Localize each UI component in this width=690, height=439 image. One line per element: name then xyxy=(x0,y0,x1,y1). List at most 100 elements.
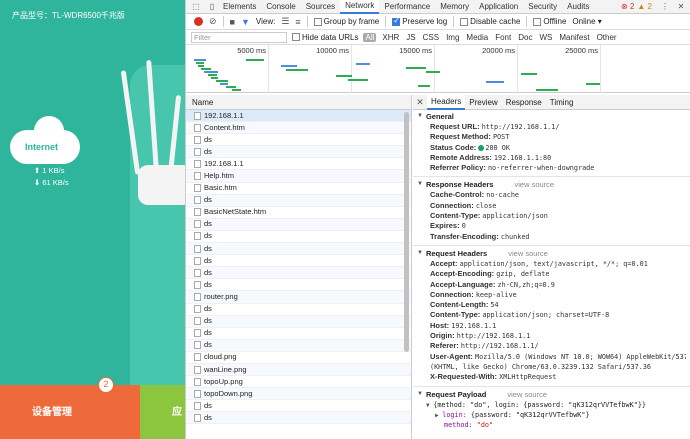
request-row[interactable]: ds xyxy=(186,146,411,159)
filter-type-img[interactable]: Img xyxy=(445,33,460,42)
timeline-request-bar xyxy=(418,85,430,87)
request-headers-toggle[interactable]: ▼ Request Headers view source xyxy=(417,248,686,259)
error-count[interactable]: ⊗ 2 xyxy=(621,2,634,11)
tab-response[interactable]: Response xyxy=(502,96,546,109)
tab-timing[interactable]: Timing xyxy=(546,96,578,109)
expand-triangle-icon: ▼ xyxy=(417,113,423,119)
tab-security[interactable]: Security xyxy=(523,0,562,13)
filter-type-css[interactable]: CSS xyxy=(422,33,440,42)
timeline-request-bar xyxy=(204,71,218,73)
network-overview-timeline[interactable]: 5000 ms 10000 ms 15000 ms 20000 ms 25000… xyxy=(186,45,690,93)
filter-input[interactable]: Filter xyxy=(191,31,287,43)
tab-preview[interactable]: Preview xyxy=(465,96,501,109)
view-source-link[interactable]: view source xyxy=(507,389,547,400)
large-rows-icon[interactable]: ☰ xyxy=(281,16,289,27)
overview-icon[interactable]: ≡ xyxy=(295,17,300,27)
tab-sources[interactable]: Sources xyxy=(301,0,340,13)
payload-login[interactable]: ▶ login: {password: "qK312qrVVTefbwK"} xyxy=(417,410,686,420)
upload-speed: ⬆ 1 KB/s xyxy=(34,166,65,175)
warning-count[interactable]: ▲ 2 xyxy=(637,2,652,11)
request-row[interactable]: ds xyxy=(186,304,411,316)
column-header-name[interactable]: Name xyxy=(186,95,411,110)
filter-type-ws[interactable]: WS xyxy=(538,33,553,42)
payload-root[interactable]: ▼ {method: "do", login: {password: "qK31… xyxy=(417,400,686,410)
filter-type-other[interactable]: Other xyxy=(596,33,618,42)
request-row[interactable]: 192.168.1.1 xyxy=(186,110,411,123)
devtools-tabbar: ⬚ ▯ Elements Console Sources Network Per… xyxy=(186,0,690,14)
tab-audits[interactable]: Audits xyxy=(562,0,594,13)
screenshot-icon[interactable]: ■ xyxy=(230,17,235,27)
hide-data-urls-checkbox[interactable]: Hide data URLs xyxy=(292,33,358,42)
request-row[interactable]: cloud.png xyxy=(186,352,411,364)
request-row[interactable]: 192.168.1.1 xyxy=(186,158,411,171)
request-name: ds xyxy=(204,243,212,253)
request-row[interactable]: Help.htm xyxy=(186,170,411,183)
view-source-link[interactable]: view source xyxy=(514,179,554,190)
view-source-link[interactable]: view source xyxy=(508,248,548,259)
request-row[interactable]: router.png xyxy=(186,291,411,304)
filter-type-font[interactable]: Font xyxy=(494,33,512,42)
filter-type-manifest[interactable]: Manifest xyxy=(558,33,590,42)
filter-type-xhr[interactable]: XHR xyxy=(381,33,400,42)
request-name: 192.168.1.1 xyxy=(204,158,244,168)
request-row[interactable]: topoDown.png xyxy=(186,388,411,401)
request-name: ds xyxy=(204,267,212,277)
request-row[interactable]: Basic.htm xyxy=(186,183,411,195)
request-row[interactable]: ds xyxy=(186,134,411,147)
request-row[interactable]: ds xyxy=(186,255,411,268)
request-row[interactable]: wanLine.png xyxy=(186,363,411,377)
tab-memory[interactable]: Memory xyxy=(435,0,474,13)
request-list-scrollbar[interactable] xyxy=(404,112,409,352)
group-by-frame-checkbox[interactable]: Group by frame xyxy=(313,17,379,26)
request-row[interactable]: BasicNetState.htm xyxy=(186,207,411,219)
timeline-request-bar xyxy=(406,67,426,69)
header-row: Cache-Control: no-cache xyxy=(430,190,520,200)
response-headers-toggle[interactable]: ▼ Response Headers view source xyxy=(417,179,686,190)
inspect-icon[interactable]: ⬚ xyxy=(190,1,202,13)
request-row[interactable]: ds xyxy=(186,267,411,280)
request-row[interactable]: ds xyxy=(186,279,411,292)
filter-type-js[interactable]: JS xyxy=(405,33,416,42)
close-icon[interactable]: ✕ xyxy=(675,1,687,13)
request-row[interactable]: ds xyxy=(186,231,411,244)
preserve-log-checkbox[interactable]: Preserve log xyxy=(392,16,447,26)
close-details-icon[interactable]: ✕ xyxy=(413,97,427,108)
device-toolbar-icon[interactable]: ▯ xyxy=(206,1,218,13)
tab-performance[interactable]: Performance xyxy=(379,0,435,13)
request-row[interactable]: ds xyxy=(186,328,411,340)
disable-cache-checkbox[interactable]: Disable cache xyxy=(460,17,520,26)
filter-type-media[interactable]: Media xyxy=(465,33,489,42)
tab-console[interactable]: Console xyxy=(261,0,300,13)
clear-icon[interactable]: ⊘ xyxy=(209,16,217,27)
tab-application[interactable]: Application xyxy=(474,0,523,13)
header-row: Connection: keep-alive xyxy=(430,289,517,299)
record-icon[interactable] xyxy=(194,17,203,26)
more-menu-icon[interactable]: ⋮ xyxy=(659,1,671,13)
request-row[interactable]: ds xyxy=(186,218,411,231)
device-management-tile[interactable]: 2 设备管理 xyxy=(0,377,140,439)
request-row[interactable]: ds xyxy=(186,315,411,328)
request-row[interactable]: ds xyxy=(186,400,411,413)
tab-elements[interactable]: Elements xyxy=(218,0,261,13)
timeline-request-bar xyxy=(356,63,370,65)
request-row[interactable]: ds xyxy=(186,243,411,256)
app-tile[interactable]: 应 xyxy=(140,385,185,439)
tab-network[interactable]: Network xyxy=(340,0,380,14)
header-row: Remote Address: 192.168.1.1:80 xyxy=(430,152,552,162)
filter-type-doc[interactable]: Doc xyxy=(517,33,533,42)
internet-cloud-icon: Internet xyxy=(10,116,80,164)
tab-headers[interactable]: Headers xyxy=(427,95,466,110)
filter-icon[interactable]: ▼ xyxy=(241,17,250,27)
filter-type-all[interactable]: All xyxy=(363,32,377,42)
request-row[interactable]: ds xyxy=(186,339,411,352)
request-row[interactable]: Content.htm xyxy=(186,122,411,135)
header-row: Referrer Policy: no-referrer-when-downgr… xyxy=(430,163,595,173)
request-row[interactable]: ds xyxy=(186,412,411,425)
timeline-request-bar xyxy=(232,89,241,91)
request-row[interactable]: ds xyxy=(186,194,411,207)
request-payload-toggle[interactable]: ▼ Request Payload view source xyxy=(417,389,686,400)
throttling-select[interactable]: Online ▾ xyxy=(572,17,601,26)
offline-checkbox[interactable]: Offline xyxy=(533,17,566,26)
request-row[interactable]: topoUp.png xyxy=(186,376,411,389)
general-section-toggle[interactable]: ▼ General xyxy=(417,111,686,122)
